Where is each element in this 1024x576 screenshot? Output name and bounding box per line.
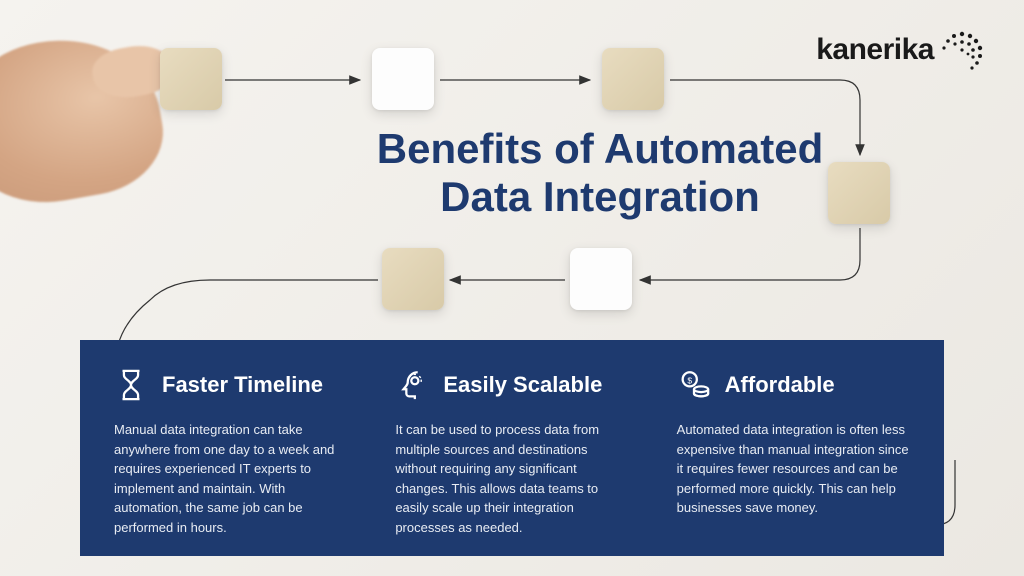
col-head: $ Affordable [677,368,910,402]
logo-dots-icon [940,28,984,72]
flow-block-2 [372,48,434,110]
hand-placing-block [0,24,172,216]
coins-icon: $ [677,368,711,402]
title-text: Benefits of Automated Data Integration [377,125,823,220]
col-body: It can be used to process data from mult… [395,420,628,537]
col-body: Automated data integration is often less… [677,420,910,518]
brand-logo: kanerika [816,28,984,72]
flow-block-1 [160,48,222,110]
main-title: Benefits of Automated Data Integration [335,125,865,222]
col-title: Affordable [725,372,835,398]
hourglass-icon [114,368,148,402]
logo-text: kanerika [816,33,934,67]
head-idea-icon [395,368,429,402]
col-head: Faster Timeline [114,368,347,402]
col-head: Easily Scalable [395,368,628,402]
benefit-col-faster: Faster Timeline Manual data integration … [90,368,371,532]
benefit-col-scalable: Easily Scalable It can be used to proces… [371,368,652,532]
flow-block-5 [570,248,632,310]
col-title: Faster Timeline [162,372,323,398]
col-body: Manual data integration can take anywher… [114,420,347,537]
svg-text:$: $ [687,376,692,386]
flow-block-3 [602,48,664,110]
flow-block-6 [382,248,444,310]
benefits-panel: Faster Timeline Manual data integration … [80,340,944,556]
col-title: Easily Scalable [443,372,602,398]
benefit-col-affordable: $ Affordable Automated data integration … [653,368,934,532]
